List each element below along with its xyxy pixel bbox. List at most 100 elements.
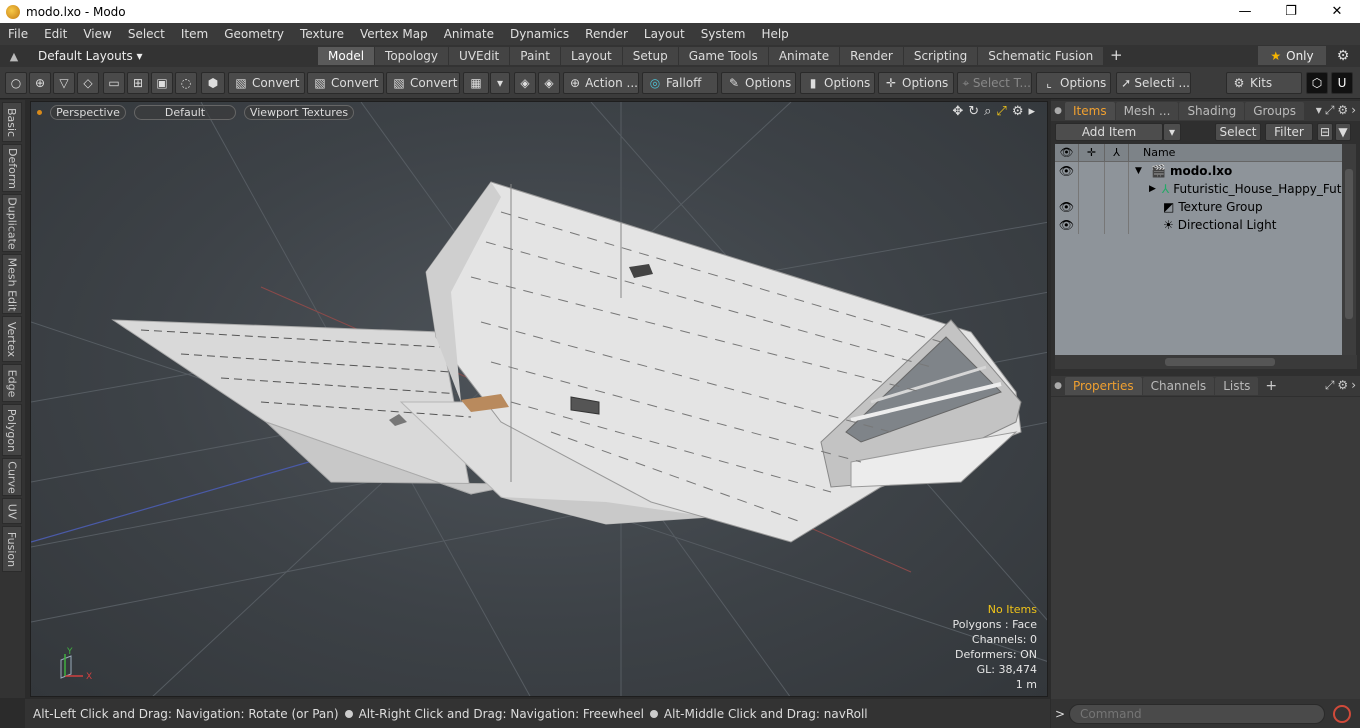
vtab-basic[interactable]: Basic (2, 102, 22, 142)
close-button[interactable]: ✕ (1314, 0, 1360, 23)
tree-horizontal-scrollbar[interactable] (1055, 355, 1357, 369)
maximize-button[interactable]: ❐ (1268, 0, 1314, 23)
select-polygons-button[interactable]: ◇ (77, 72, 99, 94)
expand-icon[interactable]: ⤢ (1325, 103, 1335, 118)
funnel-icon[interactable]: ▼ (1335, 123, 1351, 141)
menu-help[interactable]: Help (753, 27, 796, 41)
menu-animate[interactable]: Animate (436, 27, 502, 41)
tab-animate[interactable]: Animate (768, 47, 840, 65)
select-pivot-button[interactable]: ▣ (151, 72, 173, 94)
unity-button[interactable]: ⬡ (1306, 72, 1328, 94)
vtab-deform[interactable]: Deform (2, 144, 22, 192)
menu-select[interactable]: Select (120, 27, 173, 41)
zoom-icon[interactable]: ⌕ (984, 104, 991, 119)
shield-button[interactable]: ⬢ (201, 72, 225, 94)
eye-icon[interactable]: 👁 (1055, 162, 1079, 180)
tab-layout[interactable]: Layout (560, 47, 622, 65)
filter-button[interactable]: Filter (1265, 123, 1313, 141)
work-plane-dropdown[interactable]: ▾ (490, 72, 510, 94)
chevron-down-icon[interactable]: ▾ (1316, 103, 1322, 118)
record-macro-icon[interactable] (1333, 704, 1351, 723)
tab-lists[interactable]: Lists (1215, 377, 1259, 395)
type-col-icon[interactable]: ⅄ (1105, 144, 1129, 161)
tab-setup[interactable]: Setup (622, 47, 678, 65)
tab-groups[interactable]: Groups (1245, 102, 1304, 120)
symmetry-button[interactable]: ◈ (514, 72, 536, 94)
vtab-curve[interactable]: Curve (2, 458, 22, 496)
pan-icon[interactable]: ✥ (952, 104, 963, 119)
name-column-header[interactable]: Name (1129, 144, 1175, 161)
tab-topology[interactable]: Topology (375, 47, 449, 65)
menu-render[interactable]: Render (577, 27, 636, 41)
menu-geometry[interactable]: Geometry (216, 27, 292, 41)
convert-button-2[interactable]: ▧ Convert (307, 72, 384, 94)
tree-vertical-scrollbar[interactable] (1342, 144, 1356, 355)
panel-gear-icon[interactable]: ⚙ (1337, 103, 1348, 118)
vtab-duplicate[interactable]: Duplicate (2, 194, 22, 252)
vtab-edge[interactable]: Edge (2, 364, 22, 402)
menu-vertex-map[interactable]: Vertex Map (352, 27, 436, 41)
3d-viewport[interactable]: Perspective Default Viewport Textures ✥ … (30, 101, 1048, 697)
select-materials-button[interactable]: ⊞ (127, 72, 149, 94)
tab-uvedit[interactable]: UVEdit (449, 47, 510, 65)
add-tab-icon[interactable]: + (1259, 378, 1283, 394)
add-tab-icon[interactable]: + (1104, 46, 1128, 66)
unreal-button[interactable]: U (1331, 72, 1353, 94)
visibility-col-icon[interactable]: 👁 (1055, 144, 1079, 161)
work-plane-button[interactable]: ▦ (463, 72, 489, 94)
command-input[interactable] (1069, 703, 1325, 724)
menu-item[interactable]: Item (173, 27, 216, 41)
menu-view[interactable]: View (75, 27, 119, 41)
tab-model[interactable]: Model (318, 47, 375, 65)
collapse-icon[interactable]: ⊟ (1317, 123, 1333, 141)
tree-row-futuristic-house[interactable]: ▶ ⅄ Futuristic_House_Happy_Future (1055, 180, 1342, 198)
eye-icon[interactable]: 👁 (1055, 198, 1079, 216)
panel-menu-icon[interactable]: › (1351, 103, 1356, 118)
layout-selector[interactable]: Default Layouts ▾ (28, 49, 318, 63)
shading-dropdown[interactable]: Default (134, 104, 236, 120)
tree-row-modo-lxo[interactable]: 👁 ▼ 🎬 modo.lxo (1055, 162, 1342, 180)
add-item-button[interactable]: Add Item (1055, 123, 1163, 141)
tab-channels[interactable]: Channels (1142, 377, 1215, 395)
kits-button[interactable]: ⚙ Kits (1226, 72, 1302, 94)
menu-layout[interactable]: Layout (636, 27, 693, 41)
select-items-button[interactable]: ▭ (103, 72, 125, 94)
options-button-1[interactable]: ✎ Options (721, 72, 796, 94)
vtab-mesh-edit[interactable]: Mesh Edit (2, 254, 22, 314)
gear-icon[interactable]: ⚙ (1332, 46, 1354, 65)
select-through-button[interactable]: ⌖ Select T... (957, 72, 1032, 94)
panel-dot-icon[interactable]: ● (1051, 106, 1065, 116)
eye-icon[interactable]: 👁 (1055, 216, 1079, 234)
collapsed-arrow-icon[interactable]: ▶ (1129, 184, 1156, 194)
play-arrow-icon[interactable]: ▸ (1028, 104, 1035, 119)
lock-col-icon[interactable]: ✛ (1079, 144, 1105, 161)
expand-icon[interactable]: ⤢ (1325, 378, 1335, 393)
falloff-button[interactable]: ◎ Falloff (642, 72, 718, 94)
tab-paint[interactable]: Paint (510, 47, 560, 65)
tab-scripting[interactable]: Scripting (903, 47, 978, 65)
tab-render[interactable]: Render (840, 47, 903, 65)
tab-properties[interactable]: Properties (1065, 377, 1142, 395)
tab-schematic-fusion[interactable]: Schematic Fusion (978, 47, 1104, 65)
tree-row-texture-group[interactable]: 👁 ◩ Texture Group (1055, 198, 1342, 216)
menu-texture[interactable]: Texture (292, 27, 352, 41)
menu-system[interactable]: System (693, 27, 754, 41)
viewport-textures-dropdown[interactable]: Viewport Textures (244, 104, 354, 120)
vtab-uv[interactable]: UV (2, 498, 22, 524)
select-edges-button[interactable]: ▽ (53, 72, 75, 94)
select-globe-button[interactable]: ⊕ (29, 72, 51, 94)
options-button-2[interactable]: ▮ Options (800, 72, 875, 94)
select-button[interactable]: Select (1215, 123, 1261, 141)
tab-items[interactable]: Items (1065, 102, 1115, 120)
panel-gear-icon[interactable]: ⚙ (1337, 378, 1348, 393)
vtab-polygon[interactable]: Polygon (2, 404, 22, 456)
minimize-button[interactable]: — (1222, 0, 1268, 23)
selection-button[interactable]: ➚ Selecti ... (1116, 72, 1191, 94)
view-type-dropdown[interactable]: Perspective (50, 104, 126, 120)
panel-dot-icon[interactable]: ● (1051, 381, 1065, 391)
tree-row-directional-light[interactable]: 👁 ☀ Directional Light (1055, 216, 1342, 234)
menu-dynamics[interactable]: Dynamics (502, 27, 577, 41)
menu-edit[interactable]: Edit (36, 27, 75, 41)
expand-arrow-icon[interactable]: ▼ (1129, 166, 1145, 176)
menu-file[interactable]: File (0, 27, 36, 41)
